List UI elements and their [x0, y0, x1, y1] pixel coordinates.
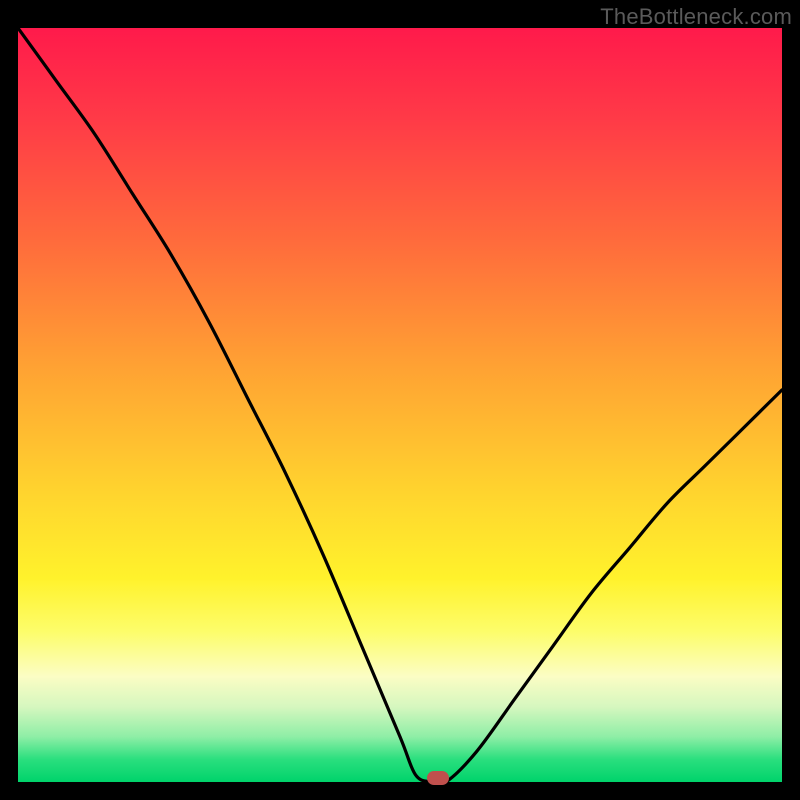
plot-area — [18, 28, 782, 782]
chart-stage: TheBottleneck.com — [0, 0, 800, 800]
attribution-text: TheBottleneck.com — [600, 4, 792, 30]
optimal-marker — [427, 771, 449, 785]
bottleneck-curve — [18, 28, 782, 782]
